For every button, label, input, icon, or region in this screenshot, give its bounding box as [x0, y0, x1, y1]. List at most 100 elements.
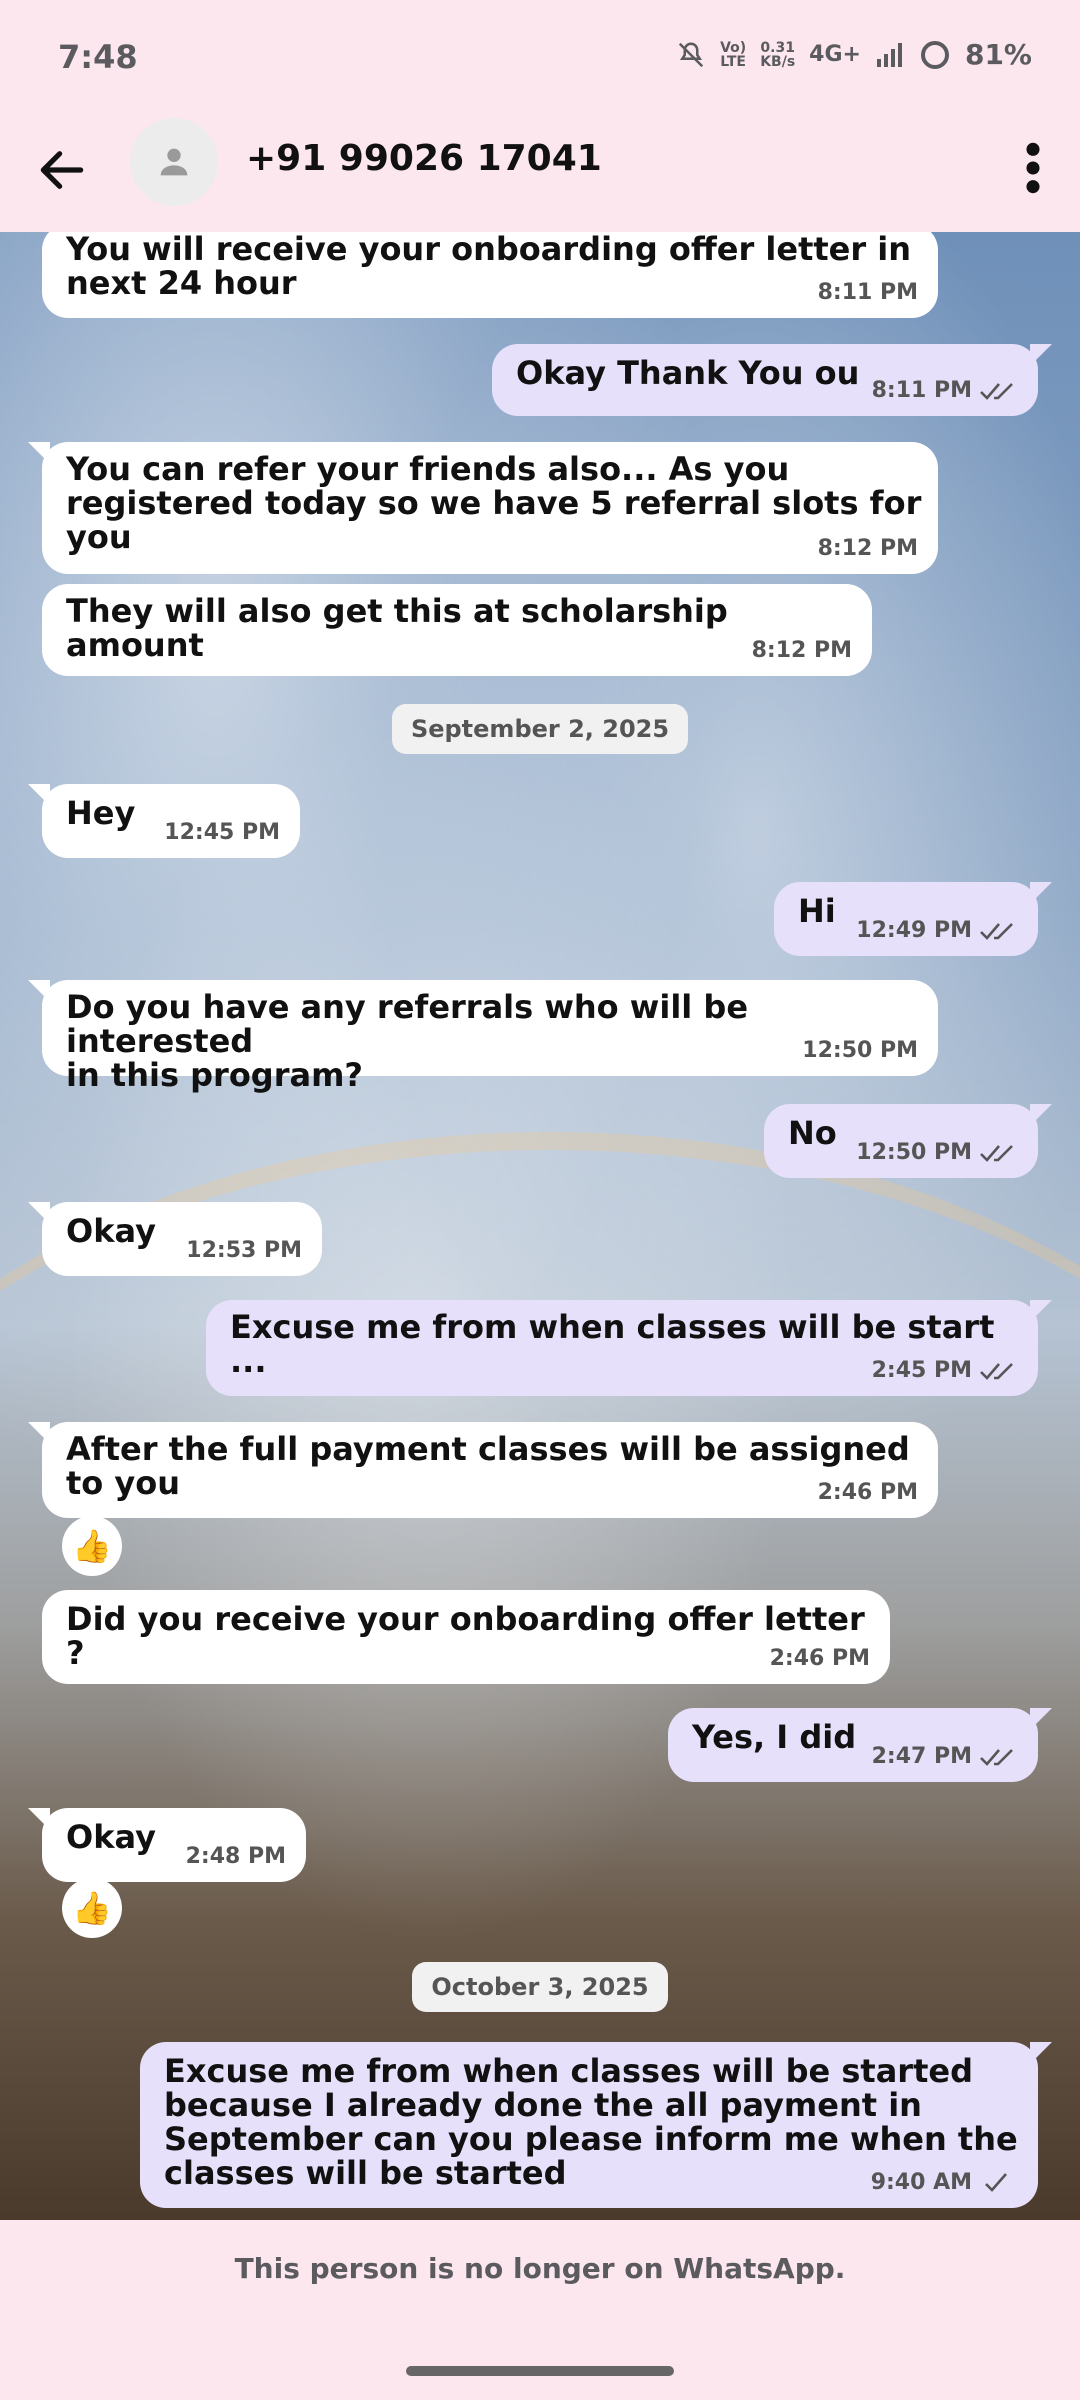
message-outgoing[interactable]: No 12:50 PM — [764, 1104, 1052, 1178]
network-type: 4G+ — [809, 42, 861, 67]
message-line: Okay — [66, 1818, 156, 1856]
message-line: After the full payment classes will be a… — [66, 1430, 910, 1468]
message-line: Yes, I did — [692, 1718, 857, 1756]
network-speed: 0.31 KB/s — [760, 41, 795, 69]
time-label: 12:49 PM — [856, 918, 972, 943]
message-incoming[interactable]: After the full payment classes will be a… — [28, 1422, 938, 1518]
message-outgoing[interactable]: Hi 12:49 PM — [774, 882, 1052, 956]
speed-unit: KB/s — [760, 53, 796, 70]
contact-name[interactable]: +91 99026 17041 — [246, 138, 602, 179]
message-line: because I already done the all payment i… — [164, 2086, 922, 2124]
reaction-thumbs-up[interactable]: 👍 — [62, 1878, 122, 1938]
time-label: 12:50 PM — [856, 1140, 972, 1165]
avatar[interactable] — [130, 118, 218, 206]
message-time: 12:50 PM — [856, 1136, 1018, 1170]
volte-bottom: LTE — [720, 53, 746, 70]
message-text: Hi — [798, 894, 836, 928]
message-time: 2:47 PM — [872, 1740, 1018, 1774]
time-label: 12:53 PM — [186, 1238, 302, 1263]
message-text: Okay Thank You ou — [516, 356, 859, 390]
message-line: Did you receive your onboarding offer le… — [66, 1600, 865, 1672]
mute-bell-icon — [678, 41, 704, 67]
message-time: 8:11 PM — [818, 276, 918, 310]
time-label: 8:11 PM — [817, 280, 918, 305]
message-line: Okay Thank You ou — [516, 354, 860, 392]
reaction-thumbs-up[interactable]: 👍 — [62, 1516, 122, 1576]
message-incoming[interactable]: You will receive your onboarding offer l… — [42, 232, 938, 318]
read-ticks-icon — [980, 1363, 1013, 1380]
status-time: 7:48 — [58, 38, 138, 76]
sent-tick-icon — [985, 2173, 1007, 2192]
message-text: Okay — [66, 1214, 156, 1248]
message-text: After the full payment classes will be a… — [66, 1432, 910, 1500]
message-time: 8:12 PM — [752, 634, 852, 668]
message-text: Did you receive your onboarding offer le… — [66, 1602, 890, 1670]
message-time: 12:53 PM — [186, 1234, 302, 1268]
time-label: 2:46 PM — [769, 1646, 870, 1671]
message-line: to you — [66, 1464, 181, 1502]
time-label: 2:46 PM — [817, 1480, 918, 1505]
status-bar: 7:48 Vo) LTE 0.31 KB/s 4G+ 81% — [0, 0, 1080, 118]
message-line: September can you please inform me when … — [164, 2120, 1018, 2158]
message-line: Hi — [798, 892, 836, 930]
message-text: Hey — [66, 796, 135, 830]
message-time: 9:40 AM — [871, 2166, 1018, 2200]
message-text: Okay — [66, 1820, 156, 1854]
read-ticks-icon — [980, 383, 1013, 400]
time-label: 8:12 PM — [817, 536, 918, 561]
message-incoming[interactable]: You can refer your friends also... As yo… — [28, 442, 938, 574]
message-time: 8:12 PM — [818, 532, 918, 566]
message-text: You can refer your friends also... As yo… — [66, 452, 921, 554]
message-outgoing[interactable]: Okay Thank You ou 8:11 PM — [492, 344, 1052, 416]
message-time: 12:49 PM — [856, 914, 1018, 948]
back-arrow-icon[interactable] — [34, 142, 90, 198]
home-indicator[interactable] — [406, 2366, 674, 2376]
volte-top: Vo) — [720, 39, 747, 56]
message-outgoing[interactable]: Excuse me from when classes will be star… — [140, 2042, 1052, 2208]
chat-header: +91 99026 17041 — [0, 118, 1080, 232]
message-line: You will receive your onboarding offer l… — [66, 232, 912, 268]
footer: This person is no longer on WhatsApp. — [0, 2220, 1080, 2400]
message-time: 8:11 PM — [872, 374, 1018, 408]
date-separator: October 3, 2025 — [412, 1962, 668, 2012]
battery-ring-icon — [920, 40, 949, 69]
more-options-icon[interactable] — [1016, 140, 1050, 196]
message-time: 2:46 PM — [770, 1642, 870, 1676]
message-incoming[interactable]: Do you have any referrals who will be in… — [28, 980, 938, 1092]
message-text: You will receive your onboarding offer l… — [66, 232, 911, 300]
message-line: you — [66, 518, 132, 556]
message-incoming[interactable]: Hey 12:45 PM — [28, 784, 300, 858]
message-line: next 24 hour — [66, 264, 297, 302]
chat-area[interactable]: You will receive your onboarding offer l… — [0, 232, 1080, 2220]
message-line: Hey — [66, 794, 136, 832]
message-text: No — [788, 1116, 837, 1150]
person-icon — [160, 148, 188, 176]
signal-icon — [876, 42, 902, 67]
message-time: 2:45 PM — [872, 1354, 1018, 1388]
time-label: 12:50 PM — [802, 1038, 918, 1063]
time-label: 8:11 PM — [871, 378, 972, 403]
message-incoming[interactable]: They will also get this at scholarship a… — [42, 584, 872, 676]
message-incoming[interactable]: Okay 2:48 PM — [28, 1808, 306, 1882]
no-longer-on-whatsapp-notice: This person is no longer on WhatsApp. — [234, 2252, 846, 2285]
read-ticks-icon — [980, 923, 1013, 940]
message-outgoing[interactable]: Excuse me from when classes will be star… — [206, 1300, 1052, 1396]
message-time: 12:45 PM — [164, 816, 280, 850]
status-icons: Vo) LTE 0.31 KB/s 4G+ 81% — [676, 38, 1032, 71]
volte-indicator: Vo) LTE — [720, 41, 746, 69]
read-ticks-icon — [980, 1145, 1013, 1162]
message-outgoing[interactable]: Yes, I did 2:47 PM — [668, 1708, 1052, 1782]
message-incoming[interactable]: Okay 12:53 PM — [28, 1202, 322, 1276]
message-time: 2:48 PM — [186, 1840, 286, 1874]
read-ticks-icon — [980, 1749, 1013, 1766]
speed-value: 0.31 — [760, 39, 795, 56]
message-time: 2:46 PM — [818, 1476, 918, 1510]
time-label: 2:47 PM — [871, 1744, 972, 1769]
message-incoming[interactable]: Did you receive your onboarding offer le… — [42, 1590, 890, 1684]
time-label: 8:12 PM — [751, 638, 852, 663]
time-label: 2:48 PM — [185, 1844, 286, 1869]
battery-percent: 81% — [964, 38, 1032, 71]
message-time: 12:50 PM — [802, 1034, 918, 1068]
message-text: Yes, I did — [692, 1720, 856, 1754]
message-line: Okay — [66, 1212, 156, 1250]
